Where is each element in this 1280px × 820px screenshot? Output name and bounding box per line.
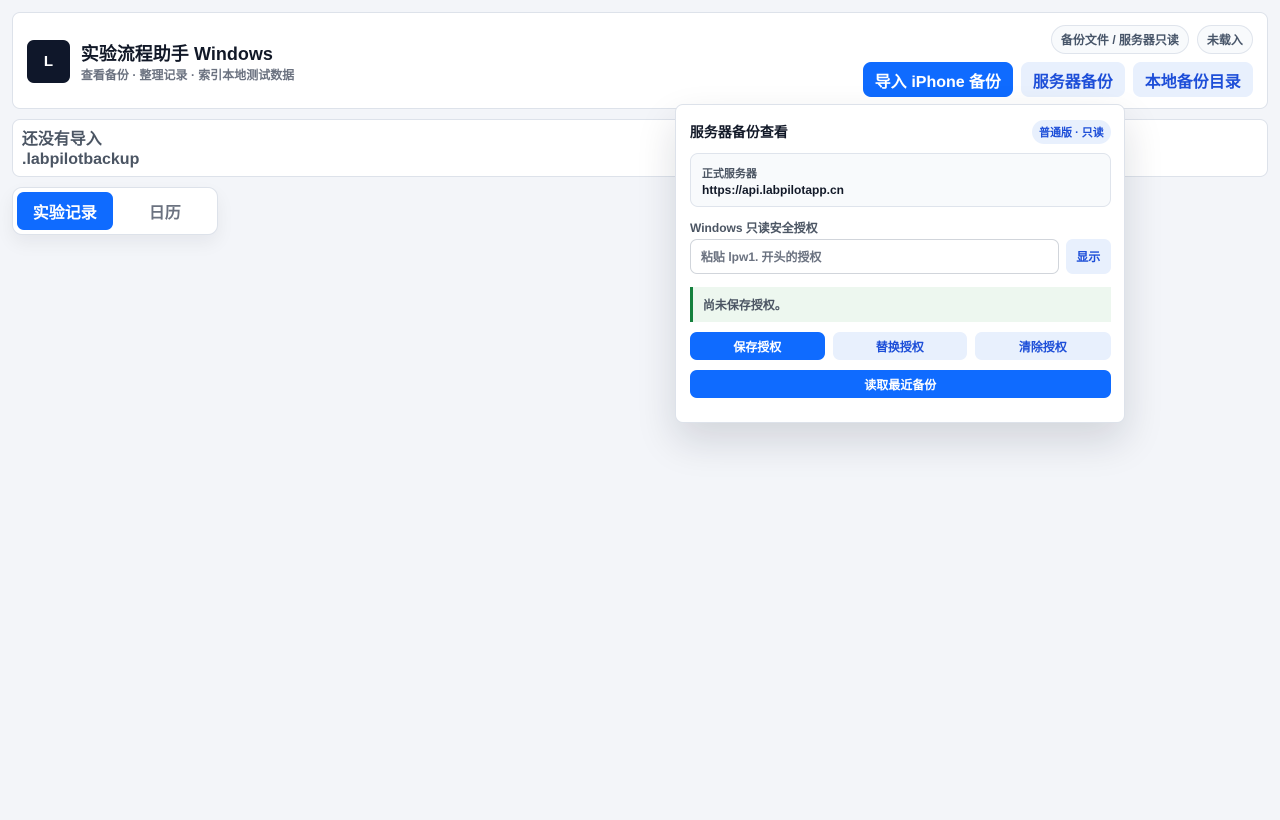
empty-state-message: 还没有导入 .labpilotbackup (22, 131, 140, 168)
show-token-button[interactable]: 显示 (1066, 239, 1111, 274)
load-status-badge: 未载入 (1197, 25, 1253, 54)
token-status-notice: 尚未保存授权。 (690, 287, 1111, 322)
server-backup-button[interactable]: 服务器备份 (1021, 62, 1125, 97)
read-latest-backup-button[interactable]: 读取最近备份 (690, 370, 1111, 398)
source-mode-badge: 备份文件 / 服务器只读 (1051, 25, 1189, 54)
save-token-button[interactable]: 保存授权 (690, 332, 825, 360)
server-url: https://api.labpilotapp.cn (702, 183, 844, 197)
import-iphone-backup-button[interactable]: 导入 iPhone 备份 (863, 62, 1013, 97)
replace-token-button[interactable]: 替换授权 (833, 332, 967, 360)
view-tabs: 实验记录 日历 (12, 187, 218, 235)
server-label: 正式服务器 (702, 168, 757, 180)
panel-title: 服务器备份查看 (690, 124, 788, 140)
tab-calendar[interactable]: 日历 (117, 192, 213, 230)
token-input[interactable] (690, 239, 1059, 274)
server-info-box: 正式服务器 https://api.labpilotapp.cn (690, 153, 1111, 207)
clear-token-button[interactable]: 清除授权 (975, 332, 1111, 360)
app-subtitle: 查看备份 · 整理记录 · 索引本地测试数据 (81, 68, 295, 82)
server-backup-panel: 服务器备份查看 普通版 · 只读 正式服务器 https://api.labpi… (675, 104, 1125, 423)
app-header: L 实验流程助手 Windows 查看备份 · 整理记录 · 索引本地测试数据 … (12, 12, 1268, 109)
app-logo: L (27, 40, 70, 83)
local-backup-folder-button[interactable]: 本地备份目录 (1133, 62, 1253, 97)
app-title: 实验流程助手 Windows (81, 44, 273, 64)
token-field-label: Windows 只读安全授权 (690, 221, 818, 235)
edition-badge: 普通版 · 只读 (1032, 120, 1111, 144)
tab-experiment-records[interactable]: 实验记录 (17, 192, 113, 230)
